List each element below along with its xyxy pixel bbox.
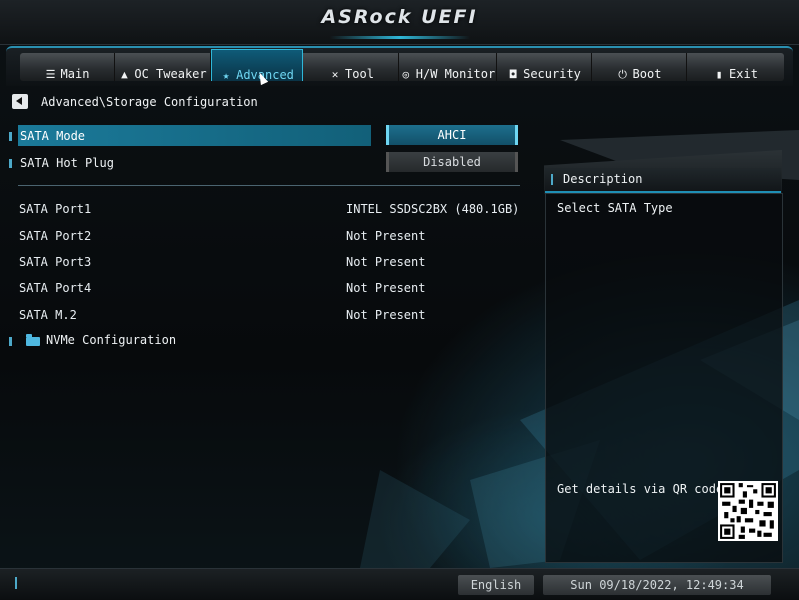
port-row: SATA Port3 Not Present	[0, 255, 540, 275]
tab-security-label: Security	[523, 67, 581, 81]
tab-exit-label: Exit	[729, 67, 758, 81]
port-label: SATA Port3	[19, 255, 92, 269]
section-divider	[18, 185, 520, 186]
tab-boot[interactable]: ⏻ Boot	[592, 53, 687, 81]
list-icon: ☰	[45, 68, 56, 81]
tab-exit[interactable]: ▮ Exit	[687, 53, 784, 81]
asrock-uefi-logo: ASRock UEFI	[321, 6, 478, 28]
submenu-nvme-configuration[interactable]: NVMe Configuration	[0, 330, 540, 352]
status-marker	[15, 577, 17, 589]
setting-label: SATA Hot Plug	[20, 156, 114, 170]
tab-boot-label: Boot	[632, 67, 662, 81]
description-text: Select SATA Type	[557, 201, 673, 215]
tab-main[interactable]: ☰ Main	[20, 53, 115, 81]
port-label: SATA Port4	[19, 281, 92, 295]
folder-icon	[26, 334, 40, 346]
power-icon: ⏻	[618, 68, 627, 81]
tab-tool-label: Tool	[345, 67, 374, 81]
port-value: Not Present	[346, 229, 426, 243]
tab-hw-monitor-label: H/W Monitor	[415, 67, 496, 81]
port-value: INTEL SSDSC2BX (480.1GB)	[346, 202, 520, 216]
tab-hw-monitor[interactable]: ◎ H/W Monitor	[399, 53, 497, 81]
description-title: Description	[563, 172, 643, 186]
tab-tool[interactable]: ✕ Tool	[305, 53, 399, 81]
flame-icon: ▲	[121, 68, 128, 81]
tab-oc-tweaker-label: OC Tweaker	[134, 67, 207, 81]
language-button[interactable]: English	[458, 575, 534, 595]
monitor-icon: ◎	[402, 68, 410, 81]
row-marker	[9, 132, 12, 141]
back-button[interactable]	[12, 94, 28, 109]
date-time-display: Sun 09/18/2022, 12:49:34	[543, 575, 771, 595]
breadcrumb: Advanced\Storage Configuration	[41, 95, 258, 109]
logo-underline	[330, 36, 470, 39]
row-marker	[9, 337, 12, 346]
setting-sata-hot-plug[interactable]: SATA Hot Plug Disabled	[0, 152, 540, 174]
port-row: SATA Port1 INTEL SSDSC2BX (480.1GB)	[0, 202, 540, 222]
sata-hot-plug-value[interactable]: Disabled	[386, 152, 518, 172]
setting-label: SATA Mode	[20, 129, 86, 143]
description-marker	[551, 174, 553, 185]
port-label: SATA M.2	[19, 308, 77, 322]
shield-icon: ◘	[509, 68, 517, 81]
tools-icon: ✕	[331, 68, 339, 81]
row-marker	[9, 159, 12, 168]
qr-code-caption: Get details via QR code	[557, 482, 724, 496]
submenu-label: NVMe Configuration	[46, 333, 177, 347]
port-value: Not Present	[346, 255, 426, 269]
setting-sata-mode[interactable]: SATA Mode AHCI	[0, 125, 540, 147]
port-label: SATA Port1	[19, 202, 92, 216]
tab-security[interactable]: ◘ Security	[497, 53, 592, 81]
main-tab-bar: ☰ Main ▲ OC Tweaker ★ Advanced ✕ Tool ◎ H/W M…	[6, 46, 793, 86]
tab-oc-tweaker[interactable]: ▲ OC Tweaker	[115, 53, 211, 81]
star-icon: ★	[222, 69, 230, 82]
port-row: SATA Port2 Not Present	[0, 229, 540, 249]
top-header: ASRock UEFI	[0, 0, 799, 45]
exit-icon: ▮	[715, 68, 723, 81]
port-row: SATA Port4 Not Present	[0, 281, 540, 301]
port-value: Not Present	[346, 308, 426, 322]
port-label: SATA Port2	[19, 229, 92, 243]
tab-main-label: Main	[60, 67, 90, 81]
sata-mode-value[interactable]: AHCI	[386, 125, 518, 145]
port-row: SATA M.2 Not Present	[0, 308, 540, 328]
tab-strip: ☰ Main ▲ OC Tweaker ★ Advanced ✕ Tool ◎ H/W M…	[20, 49, 784, 82]
port-value: Not Present	[346, 281, 426, 295]
qr-code-icon	[718, 481, 778, 541]
